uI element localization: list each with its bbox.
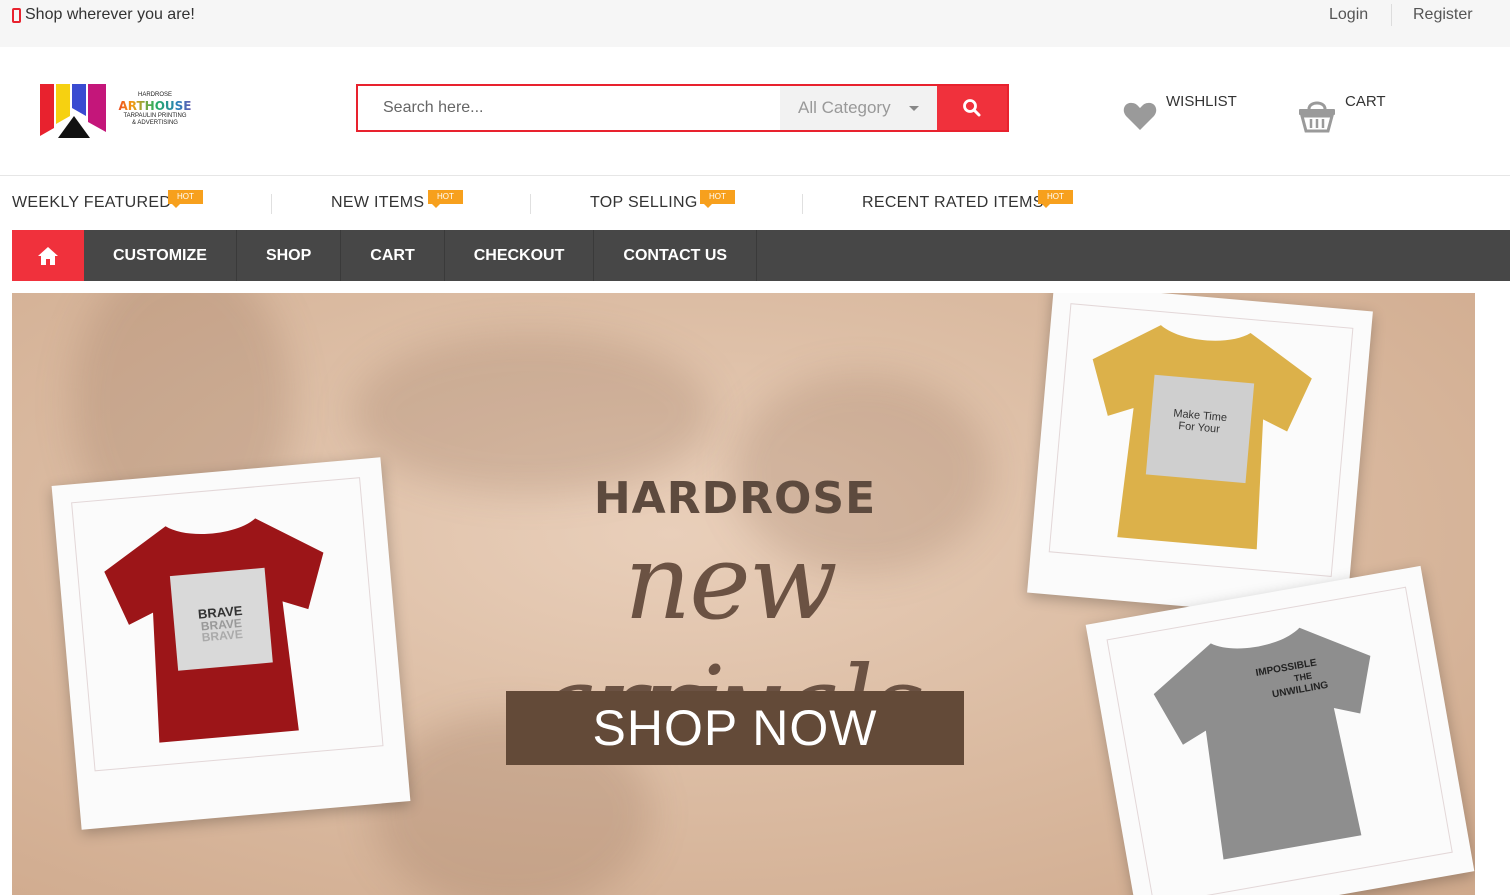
top-bar: Shop wherever you are! Login Register bbox=[0, 0, 1510, 47]
login-link[interactable]: Login bbox=[1329, 6, 1368, 24]
category-select[interactable]: All Category bbox=[780, 86, 937, 130]
tagline: Shop wherever you are! bbox=[12, 6, 195, 24]
phone-icon bbox=[12, 7, 21, 23]
chevron-down-icon bbox=[909, 106, 919, 111]
search-icon bbox=[963, 99, 981, 117]
product-photo-yellow-shirt: Make Time For Your bbox=[1027, 293, 1373, 621]
nav-customize[interactable]: CUSTOMIZE bbox=[84, 230, 237, 281]
divider bbox=[0, 175, 1510, 176]
divider bbox=[802, 194, 803, 214]
tshirt-image: BRAVE BRAVE BRAVE bbox=[104, 518, 324, 743]
category-select-value: All Category bbox=[798, 98, 891, 117]
banner-brand: HARDROSE bbox=[593, 473, 877, 524]
nav-cart[interactable]: CART bbox=[341, 230, 445, 281]
search-button[interactable] bbox=[937, 86, 1007, 130]
register-link[interactable]: Register bbox=[1413, 6, 1473, 24]
featured-new-items[interactable]: NEW ITEMS bbox=[331, 194, 424, 212]
featured-links: WEEKLY FEATURED HOT NEW ITEMS HOT TOP SE… bbox=[0, 186, 1510, 226]
cart-link[interactable]: CART bbox=[1297, 92, 1397, 137]
nav-contact-us[interactable]: CONTACT US bbox=[594, 230, 758, 281]
main-nav: CUSTOMIZE SHOP CART CHECKOUT CONTACT US bbox=[12, 230, 1510, 281]
hero-banner[interactable]: BRAVE BRAVE BRAVE Make Time For Your IMP… bbox=[12, 293, 1475, 895]
search-input[interactable] bbox=[358, 86, 780, 130]
divider bbox=[1391, 4, 1392, 26]
wishlist-link[interactable]: WISHLIST bbox=[1122, 92, 1242, 137]
hot-badge: HOT bbox=[700, 190, 735, 208]
divider bbox=[271, 194, 272, 214]
featured-top-selling[interactable]: TOP SELLING bbox=[590, 194, 698, 212]
product-photo-gray-shirt: IMPOSSIBLE THE UNWILLING bbox=[1085, 565, 1475, 895]
nav-shop[interactable]: SHOP bbox=[237, 230, 342, 281]
nav-home[interactable] bbox=[12, 230, 84, 281]
leaf-shadow bbox=[352, 333, 712, 493]
tagline-text: Shop wherever you are! bbox=[25, 6, 195, 23]
hot-badge: HOT bbox=[168, 190, 203, 208]
tshirt-image: IMPOSSIBLE THE UNWILLING bbox=[1153, 627, 1371, 860]
featured-recent-rated[interactable]: RECENT RATED ITEMS bbox=[862, 194, 1044, 212]
logo-text: HARDROSE ARTHOUSE TARPAULIN PRINTING & A… bbox=[110, 92, 200, 127]
nav-checkout[interactable]: CHECKOUT bbox=[445, 230, 595, 281]
divider bbox=[530, 194, 531, 214]
logo-mark bbox=[40, 84, 106, 138]
featured-weekly[interactable]: WEEKLY FEATURED bbox=[12, 194, 171, 212]
shop-now-button[interactable]: SHOP NOW bbox=[506, 691, 964, 765]
wishlist-label: WISHLIST bbox=[1166, 93, 1237, 110]
search-bar: All Category bbox=[356, 84, 1009, 132]
hot-badge: HOT bbox=[1038, 190, 1073, 208]
home-icon bbox=[38, 246, 58, 265]
basket-icon bbox=[1299, 101, 1335, 133]
heart-icon bbox=[1123, 102, 1157, 130]
hot-badge: HOT bbox=[428, 190, 463, 208]
site-logo[interactable]: HARDROSE ARTHOUSE TARPAULIN PRINTING & A… bbox=[40, 82, 200, 140]
cart-label: CART bbox=[1345, 93, 1386, 110]
